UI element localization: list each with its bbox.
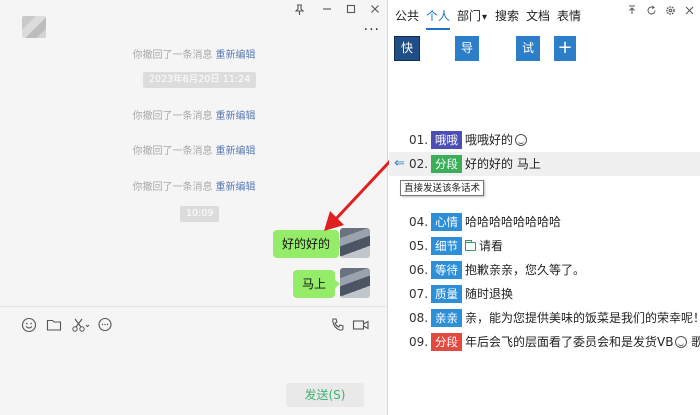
tab-docs[interactable]: 文档	[526, 7, 550, 24]
list-item[interactable]: 05. 细节 请看	[389, 234, 700, 258]
re-edit-link[interactable]: 重新编辑	[216, 182, 256, 193]
item-text: 哈哈哈哈哈哈哈哈	[465, 215, 562, 229]
item-text: 哦哦好的	[465, 133, 514, 147]
folder-icon[interactable]	[46, 317, 64, 333]
my-avatar[interactable]	[340, 268, 370, 298]
item-tag: 分段	[431, 155, 462, 173]
smile-icon	[515, 134, 528, 146]
message-input[interactable]: 发送(S)	[0, 340, 388, 415]
minimize-icon[interactable]	[318, 4, 336, 18]
re-edit-link[interactable]: 重新编辑	[216, 111, 256, 122]
list-item[interactable]: 09. 分段 年后会飞的层面看了委员会和是发货VB 歌	[389, 330, 700, 354]
more-options-icon[interactable]: ···	[364, 22, 380, 38]
folder-icon	[465, 240, 476, 251]
recall-notice: 你撤回了一条消息 重新编辑	[0, 142, 388, 157]
chat-window: ··· 你撤回了一条消息 重新编辑 2023年6月20日 11:24 你撤回了一条…	[0, 0, 388, 415]
recall-text: 你撤回了一条消息	[132, 111, 213, 122]
item-number: 06.	[409, 263, 429, 277]
item-text: 随时退换	[465, 287, 514, 301]
video-icon[interactable]	[352, 317, 372, 333]
chevron-down-icon: ▾	[482, 12, 488, 23]
item-number: 01.	[409, 133, 429, 147]
item-text-wrap: 哦哦好的	[465, 128, 528, 152]
item-text-wrap: 请看	[465, 234, 503, 258]
item-tag: 亲亲	[431, 309, 462, 327]
import-template-button[interactable]: 导入模板	[455, 36, 480, 130]
item-number: 04.	[409, 215, 429, 229]
item-number: 07.	[409, 287, 429, 301]
re-edit-link[interactable]: 重新编辑	[216, 50, 256, 61]
tab-department[interactable]: 部门▾	[457, 7, 487, 24]
emoji-icon[interactable]	[21, 317, 39, 333]
timestamp: 10:09	[180, 206, 220, 222]
item-text-tail: 歌	[691, 335, 700, 349]
scissors-icon[interactable]	[71, 317, 93, 333]
timestamp: 2023年6月20日 11:24	[143, 72, 257, 88]
item-text: 请看	[479, 239, 504, 253]
item-text-wrap: 年后会飞的层面看了委员会和是发货VB 歌	[465, 330, 700, 354]
tab-public[interactable]: 公共	[395, 7, 419, 24]
item-text: 年后会飞的层面看了委员会和是发货VB	[465, 335, 674, 349]
collapse-icon[interactable]	[625, 5, 639, 19]
list-item[interactable]: 01. 哦哦 哦哦好的	[389, 128, 700, 152]
maximize-icon[interactable]	[342, 4, 360, 18]
send-arrow-icon[interactable]: ⇐	[394, 152, 405, 176]
item-text: 抱歉亲亲，您久等了。	[465, 263, 586, 277]
quick-reply-button[interactable]: 快捷回复	[394, 36, 421, 124]
re-edit-link[interactable]: 重新编辑	[216, 146, 256, 157]
item-tag: 质量	[431, 285, 462, 303]
smile-icon	[675, 336, 688, 348]
list-item[interactable]: 04. 心情 哈哈哈哈哈哈哈哈	[389, 210, 700, 234]
item-number: 02.	[409, 157, 429, 171]
list-item[interactable]: 07. 质量 随时退换	[389, 282, 700, 306]
phone-icon[interactable]	[330, 317, 348, 333]
item-number: 05.	[409, 239, 429, 253]
chat-titlebar: ···	[0, 0, 388, 44]
settings-icon[interactable]	[663, 5, 677, 19]
chat-toolbar	[0, 306, 388, 340]
phrase-list: 01. 哦哦 哦哦好的 ⇐ 02. 分段 好的好的 马上 04. 心情 哈哈哈哈…	[389, 128, 700, 354]
contact-avatar[interactable]	[22, 16, 46, 38]
item-tag: 分段	[431, 333, 462, 351]
add-button[interactable]: +	[554, 36, 576, 61]
item-tag: 等待	[431, 261, 462, 279]
item-text: 亲，能为您提供美味的饭菜是我们的荣幸呢！	[465, 311, 700, 325]
message-area: 你撤回了一条消息 重新编辑 2023年6月20日 11:24 你撤回了一条消息 重新…	[0, 44, 388, 306]
recall-notice: 你撤回了一条消息 重新编辑	[0, 46, 388, 61]
item-tag: 心情	[431, 213, 462, 231]
recall-text: 你撤回了一条消息	[132, 146, 213, 157]
message-bubble[interactable]: 好的好的	[273, 230, 345, 258]
list-item[interactable]: ⇐ 02. 分段 好的好的 马上	[389, 152, 700, 176]
chat-bubble-icon[interactable]	[97, 317, 115, 333]
item-tag: 哦哦	[431, 131, 462, 149]
panel-tabs: 公共 个人 部门▾ 搜索 文档 表情	[389, 0, 700, 30]
tooltip: 直接发送该条话术	[400, 180, 485, 196]
my-avatar[interactable]	[340, 228, 370, 258]
send-button[interactable]: 发送(S)	[286, 383, 364, 407]
recall-notice: 你撤回了一条消息 重新编辑	[0, 178, 388, 193]
phrase-panel: 公共 个人 部门▾ 搜索 文档 表情 快捷回复 导入模板 试用 + 01. 哦哦…	[389, 0, 700, 415]
refresh-icon[interactable]	[644, 5, 658, 19]
item-tag: 细节	[431, 237, 462, 255]
item-text: 好的好的 马上	[465, 157, 541, 171]
recall-notice: 你撤回了一条消息 重新编辑	[0, 107, 388, 122]
panel-close-icon[interactable]	[682, 5, 696, 19]
list-item[interactable]: 06. 等待 抱歉亲亲，您久等了。	[389, 258, 700, 282]
message-bubble[interactable]: 马上	[293, 270, 341, 298]
tab-personal[interactable]: 个人	[426, 7, 451, 30]
recall-text: 你撤回了一条消息	[132, 182, 213, 193]
tab-department-label: 部门	[457, 9, 482, 23]
item-number: 09.	[409, 335, 429, 349]
item-number: 08.	[409, 311, 429, 325]
trial-button[interactable]: 试用	[516, 36, 541, 80]
list-item[interactable]: 08. 亲亲 亲，能为您提供美味的饭菜是我们的荣幸呢！	[389, 306, 700, 330]
recall-text: 你撤回了一条消息	[132, 50, 213, 61]
tab-search[interactable]: 搜索	[495, 7, 519, 24]
pin-icon[interactable]	[290, 4, 308, 18]
tab-emoji[interactable]: 表情	[557, 7, 581, 24]
close-icon[interactable]	[366, 4, 384, 18]
